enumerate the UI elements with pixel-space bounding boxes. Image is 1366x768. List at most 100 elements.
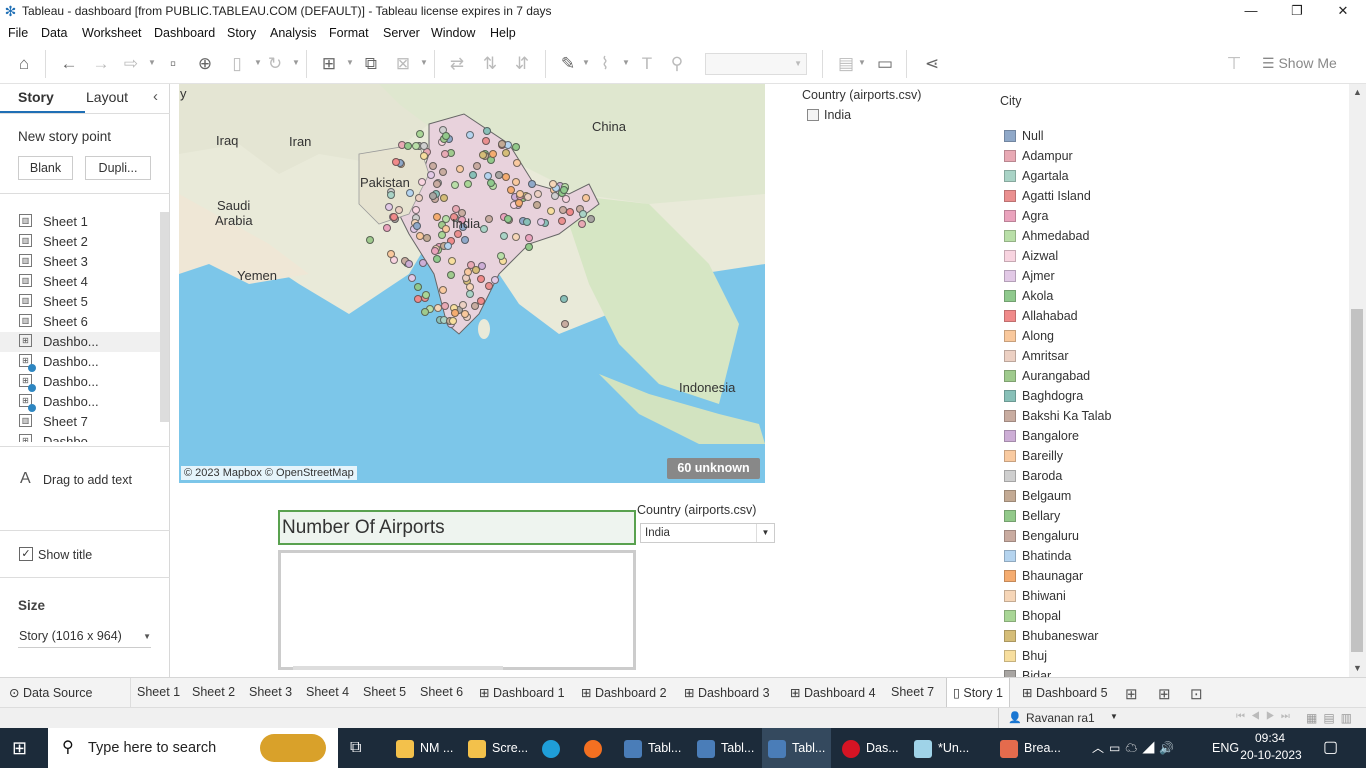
airport-point[interactable] <box>524 234 533 243</box>
replay-icon[interactable]: ⇨ <box>118 52 144 76</box>
airport-point[interactable] <box>446 271 455 280</box>
collapse-pane-icon[interactable]: ‹ <box>153 88 158 105</box>
airport-point[interactable] <box>533 200 542 209</box>
country-checkbox[interactable] <box>807 109 819 121</box>
taskbar-app-screenshots[interactable]: Scre... <box>468 728 528 768</box>
airport-point[interactable] <box>408 273 417 282</box>
airport-point[interactable] <box>429 191 438 200</box>
airport-point[interactable] <box>557 216 566 225</box>
sheet-tab[interactable]: Sheet 3 <box>249 685 292 699</box>
airport-point[interactable] <box>419 259 428 268</box>
airport-point[interactable] <box>496 252 505 261</box>
country-filter-item[interactable]: India <box>802 107 921 127</box>
airport-point[interactable] <box>587 214 596 223</box>
scroll-up-icon[interactable]: ▲ <box>1353 87 1362 97</box>
airport-point[interactable] <box>559 185 568 194</box>
duplicate-button[interactable]: Dupli... <box>85 156 151 180</box>
view-mode-icons[interactable]: ▦▤▥ <box>1306 711 1358 725</box>
airport-point[interactable] <box>511 142 520 151</box>
airport-point[interactable] <box>500 232 509 241</box>
group-icon[interactable]: ⌇ <box>592 52 618 76</box>
airport-point[interactable] <box>411 205 420 214</box>
airport-point[interactable] <box>450 180 459 189</box>
airport-point[interactable] <box>403 141 412 150</box>
airport-point[interactable] <box>477 275 486 284</box>
airport-point[interactable] <box>440 193 449 202</box>
blank-button[interactable]: Blank <box>18 156 73 180</box>
airport-point[interactable] <box>433 255 442 264</box>
airport-point[interactable] <box>404 260 413 269</box>
airport-point[interactable] <box>522 218 531 227</box>
map-credit[interactable]: © 2023 Mapbox © OpenStreetMap <box>181 466 357 480</box>
airport-point[interactable] <box>578 219 587 228</box>
sheet-tab[interactable]: Sheet 5 <box>363 685 406 699</box>
swap-icon[interactable]: ⇄ <box>444 52 470 76</box>
airport-point[interactable] <box>511 232 520 241</box>
taskbar-app-edge[interactable] <box>542 728 566 768</box>
airport-point[interactable] <box>524 242 533 251</box>
clear-sheet-icon[interactable]: ⊠ <box>390 52 416 76</box>
sheet-tab[interactable]: Sheet 7 <box>891 685 934 699</box>
user-menu-chevron-icon[interactable]: ▼ <box>1110 712 1118 721</box>
airport-point[interactable] <box>471 302 480 311</box>
fit-dropdown[interactable]: ▼ <box>705 53 807 75</box>
airport-point[interactable] <box>391 157 400 166</box>
airport-point[interactable] <box>414 283 423 292</box>
sheet-tab[interactable]: ⊞ Dashboard 4 <box>790 685 876 700</box>
airport-point[interactable] <box>469 170 478 179</box>
unknown-indicator[interactable]: 60 unknown <box>667 458 760 479</box>
home-icon[interactable]: ⌂ <box>11 52 37 76</box>
taskbar-app-opera[interactable]: Das... <box>842 728 899 768</box>
clock-time[interactable]: 09:34 <box>1250 731 1290 746</box>
sheet-tab[interactable]: ⊞ Dashboard 2 <box>581 685 667 700</box>
taskbar-app-firefox[interactable] <box>584 728 608 768</box>
airport-point[interactable] <box>431 247 439 256</box>
tab-story[interactable]: Story <box>18 89 54 105</box>
menu-server[interactable]: Server <box>383 26 420 40</box>
sheet-tab[interactable]: Sheet 6 <box>420 685 463 699</box>
drag-text-label[interactable]: Drag to add text <box>43 473 132 487</box>
airport-map[interactable]: China Iraq Iran Pakistan Saudi Arabia In… <box>179 84 765 483</box>
airport-point[interactable] <box>448 257 457 266</box>
airport-point[interactable] <box>488 150 497 159</box>
airport-point[interactable] <box>423 234 432 243</box>
sheet-tab[interactable]: Sheet 4 <box>306 685 349 699</box>
airport-point[interactable] <box>405 189 414 198</box>
new-data-source-icon[interactable]: ⊕ <box>192 52 218 76</box>
airport-point[interactable] <box>501 149 510 158</box>
airport-point[interactable] <box>503 214 512 223</box>
taskbar-app-tableau-2[interactable]: Tabl... <box>697 728 754 768</box>
new-story-tab-icon[interactable]: ⊡ <box>1190 685 1203 703</box>
airport-point[interactable] <box>483 171 492 180</box>
task-view-icon[interactable]: ⧉ <box>350 728 361 768</box>
airport-point[interactable] <box>439 285 448 294</box>
airport-point[interactable] <box>465 130 474 139</box>
clock-date[interactable]: 20-10-2023 <box>1236 748 1306 763</box>
airport-point[interactable] <box>485 282 494 291</box>
airport-point[interactable] <box>456 165 465 174</box>
menu-file[interactable]: File <box>8 26 28 40</box>
airport-point[interactable] <box>547 206 556 215</box>
airport-point[interactable] <box>491 275 500 284</box>
airport-point[interactable] <box>533 189 542 198</box>
airport-point[interactable] <box>414 295 422 304</box>
airport-point[interactable] <box>560 295 568 303</box>
airport-point[interactable] <box>472 161 481 170</box>
taskbar-search[interactable]: ⚲ Type here to search <box>48 728 338 768</box>
airport-point[interactable] <box>513 159 522 168</box>
airport-point[interactable] <box>421 308 429 316</box>
story-item-dashboard[interactable]: ⊞ Dashbo... <box>0 332 160 352</box>
number-of-airports-title[interactable]: Number Of Airports <box>278 510 636 545</box>
show-cards-icon[interactable]: ▤ <box>833 52 859 76</box>
menu-worksheet[interactable]: Worksheet <box>82 26 142 40</box>
save-icon[interactable]: ▫ <box>160 52 186 76</box>
airport-point[interactable] <box>414 194 423 202</box>
airport-point[interactable] <box>386 249 395 258</box>
airport-point[interactable] <box>562 194 571 203</box>
airport-point[interactable] <box>566 208 575 217</box>
new-worksheet-tab-icon[interactable]: ⊞ <box>1125 685 1138 703</box>
format-painter-icon[interactable]: ⊤ <box>1221 52 1247 76</box>
airport-point[interactable] <box>448 317 457 326</box>
sheet-tab[interactable]: ⊞ Dashboard 1 <box>479 685 565 700</box>
sheet-navigation-icons[interactable]: ⏮◀▶⏭ <box>1236 711 1296 722</box>
